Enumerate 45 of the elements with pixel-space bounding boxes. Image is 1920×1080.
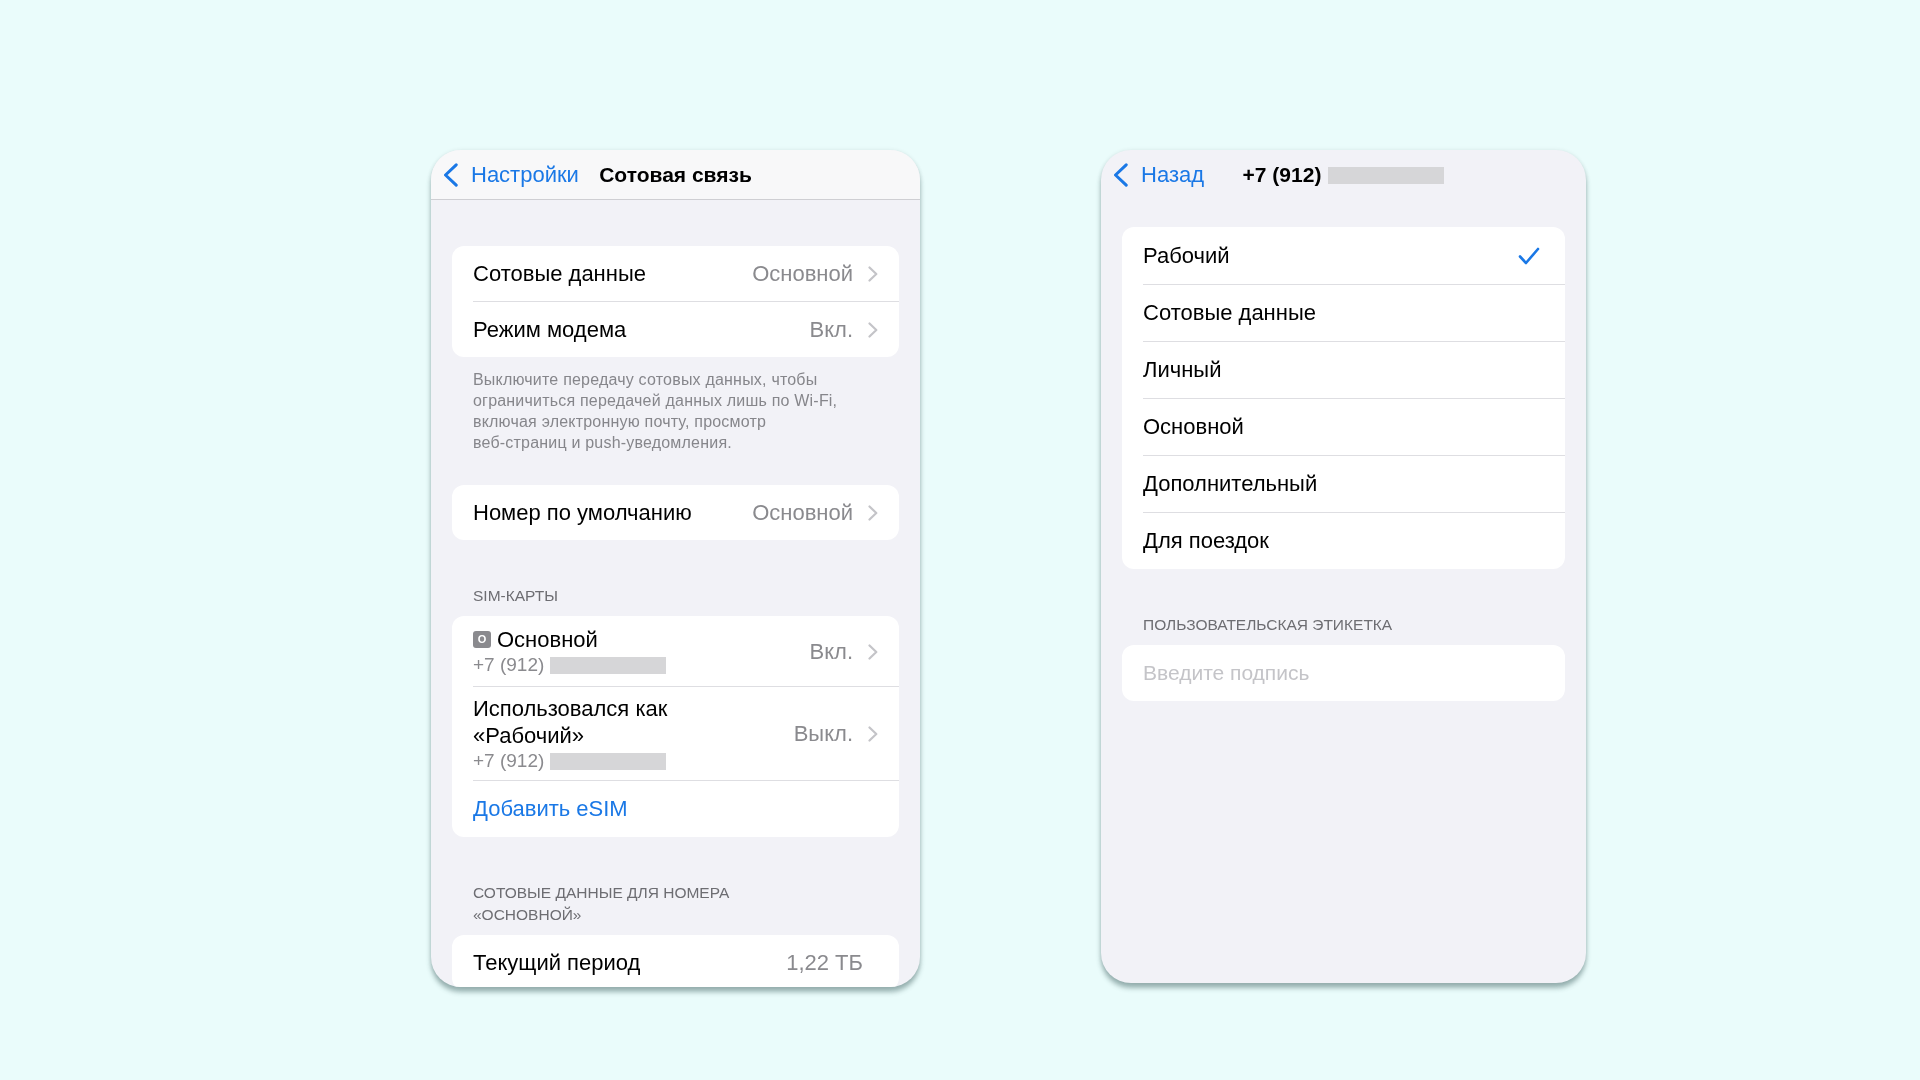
row-value: Вкл. bbox=[809, 316, 853, 343]
settings-row[interactable]: Сотовые данные Основной bbox=[473, 246, 899, 301]
row-value: Выкл. bbox=[793, 721, 853, 747]
row-value: Вкл. bbox=[809, 638, 853, 665]
sim-name: Основной bbox=[497, 626, 598, 653]
row-value: 1,22 ТБ bbox=[786, 949, 863, 976]
chevron-icon bbox=[868, 321, 878, 338]
label-input[interactable]: Введите подпись bbox=[1122, 645, 1565, 701]
nav-title: +7 (912) bbox=[1242, 163, 1322, 187]
settings-row[interactable]: Номер по умолчанию Основной bbox=[473, 485, 899, 540]
option-row[interactable]: Рабочий bbox=[1143, 227, 1565, 284]
option-row[interactable]: Личный bbox=[1143, 341, 1565, 398]
row-label: Сотовые данные bbox=[473, 260, 647, 287]
row-label: Номер по умолчанию bbox=[473, 499, 693, 526]
action-link[interactable]: Добавить eSIM bbox=[473, 796, 628, 822]
checkmark-icon bbox=[1518, 246, 1540, 265]
chevron-icon bbox=[868, 726, 878, 742]
settings-row[interactable]: O Основной +7 (912) Вкл. bbox=[473, 616, 899, 686]
option-row[interactable]: Для поездок bbox=[1143, 512, 1565, 569]
settings-row[interactable]: Использовался как «Рабочий» +7 (912) Выкл. bbox=[473, 686, 899, 780]
row-label: Текущий период bbox=[473, 949, 642, 976]
chevron-icon bbox=[868, 265, 878, 282]
section-header: ПОЛЬЗОВАТЕЛЬСКАЯ ЭТИКЕТКА bbox=[1142, 615, 1394, 635]
back-button[interactable]: Назад bbox=[1113, 162, 1205, 188]
settings-row[interactable]: Режим модема Вкл. bbox=[473, 301, 899, 357]
section-header: SIM-КАРТЫ bbox=[472, 586, 559, 606]
option-row[interactable]: Основной bbox=[1143, 398, 1565, 455]
phone-number: +7 (912) bbox=[473, 750, 545, 772]
back-button[interactable]: Настройки bbox=[443, 161, 579, 188]
phone-number: +7 (912) bbox=[473, 654, 545, 676]
sim-tag: O bbox=[473, 631, 491, 648]
back-chevron-icon bbox=[443, 162, 458, 187]
settings-row[interactable]: Текущий период 1,22 ТБ bbox=[473, 935, 899, 987]
option-row[interactable]: Дополнительный bbox=[1143, 455, 1565, 512]
section-footer: Выключите передачу сотовых данных, чтобы ограничиться передачей данных лишь по Wi-Fi, включая электронную почту, просмотр веб-страниц и push-уведомления. bbox=[452, 357, 866, 453]
back-chevron-icon bbox=[1113, 163, 1128, 187]
sim-name: Использовался как «Рабочий» bbox=[473, 695, 669, 749]
option-row[interactable]: Сотовые данные bbox=[1143, 284, 1565, 341]
row-value: Основной bbox=[752, 499, 853, 526]
section-header: СОТОВЫЕ ДАННЫЕ ДЛЯ НОМЕРА «ОСНОВНОЙ» bbox=[472, 883, 731, 925]
chevron-icon bbox=[868, 643, 878, 660]
nav-title: Сотовая связь bbox=[599, 162, 752, 187]
chevron-icon bbox=[868, 504, 878, 521]
row-label: Режим модема bbox=[473, 316, 628, 343]
row-value: Основной bbox=[752, 260, 853, 287]
